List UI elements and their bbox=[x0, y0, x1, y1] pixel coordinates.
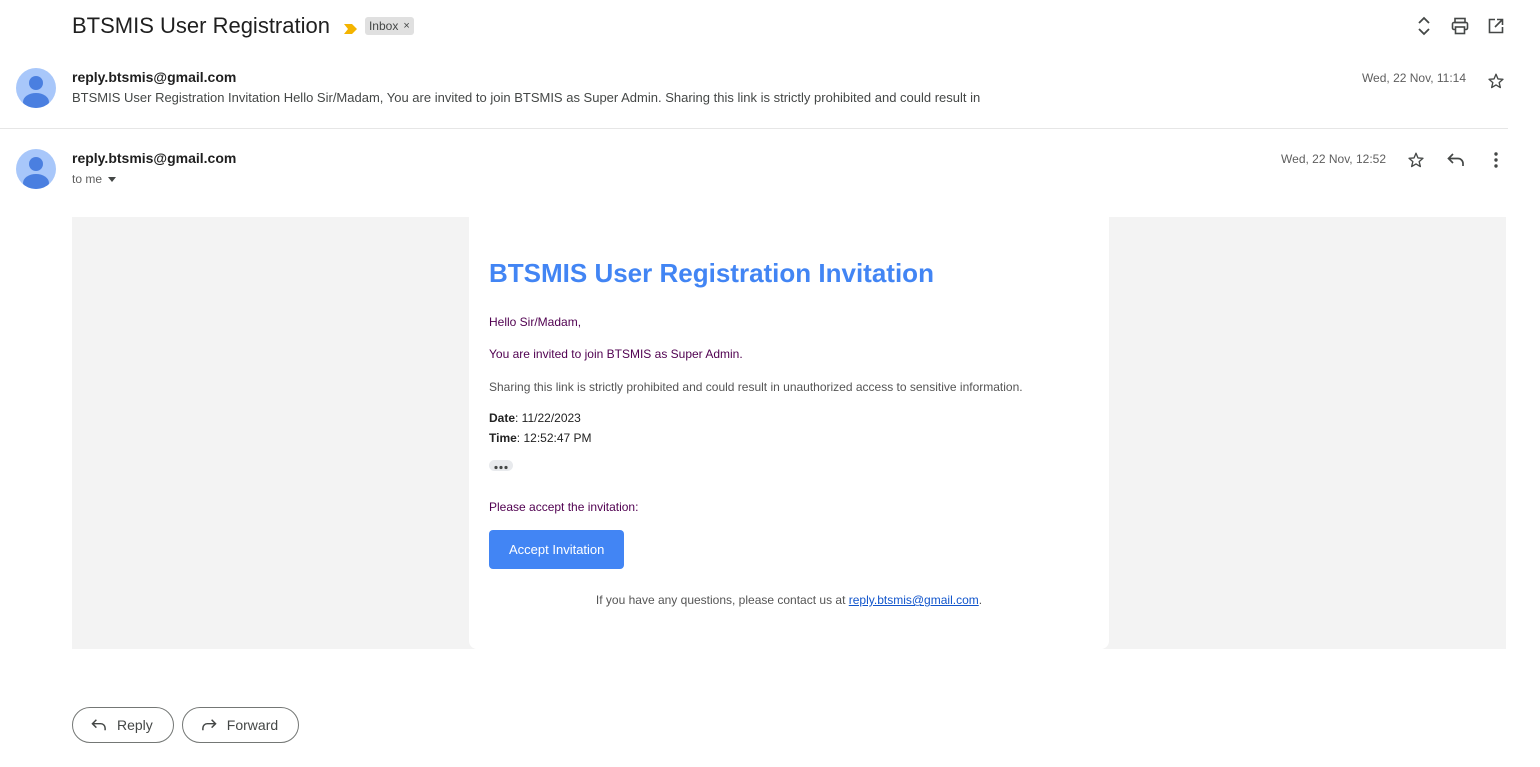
email-date-line: Date: 11/22/2023 bbox=[489, 408, 1089, 428]
thread-toolbar bbox=[1414, 14, 1506, 38]
subject-row: BTSMIS User Registration Inbox × bbox=[72, 10, 414, 42]
date-value: : 11/22/2023 bbox=[515, 411, 581, 425]
recipient-details[interactable]: to me bbox=[72, 172, 117, 186]
message-sender[interactable]: reply.btsmis@gmail.com bbox=[72, 69, 236, 85]
bottom-actions: Reply Forward bbox=[72, 707, 300, 743]
open-new-window-icon[interactable] bbox=[1486, 14, 1506, 38]
show-trimmed-content-button[interactable] bbox=[489, 460, 513, 471]
remove-label-icon[interactable]: × bbox=[403, 20, 409, 32]
message-actions bbox=[1406, 148, 1506, 172]
important-marker-icon[interactable] bbox=[343, 21, 357, 34]
inbox-label-text: Inbox bbox=[368, 19, 399, 33]
message-divider bbox=[0, 128, 1508, 129]
more-options-icon[interactable] bbox=[1486, 148, 1506, 172]
date-label: Date bbox=[489, 411, 516, 425]
reply-icon bbox=[91, 719, 106, 731]
email-card: BTSMIS User Registration Invitation Hell… bbox=[469, 217, 1109, 649]
email-greeting: Hello Sir/Madam, bbox=[489, 315, 582, 329]
contact-line: If you have any questions, please contac… bbox=[489, 593, 1089, 607]
chevron-down-icon[interactable] bbox=[108, 176, 117, 182]
contact-suffix: . bbox=[978, 593, 983, 607]
star-icon[interactable] bbox=[1406, 148, 1426, 172]
contact-prefix: If you have any questions, please contac… bbox=[595, 593, 849, 607]
star-icon[interactable] bbox=[1486, 69, 1506, 93]
print-icon[interactable] bbox=[1450, 14, 1470, 38]
message-date: Wed, 22 Nov, 11:14 bbox=[1361, 71, 1466, 85]
time-label: Time bbox=[489, 431, 517, 445]
email-title: BTSMIS User Registration Invitation bbox=[489, 258, 934, 288]
email-time-line: Time: 12:52:47 PM bbox=[489, 428, 1089, 448]
contact-email-link[interactable]: reply.btsmis@gmail.com bbox=[849, 593, 979, 607]
forward-icon bbox=[201, 719, 217, 731]
expand-all-icon[interactable] bbox=[1414, 14, 1434, 38]
accept-prompt: Please accept the invitation: bbox=[489, 500, 639, 514]
time-value: : 12:52:47 PM bbox=[516, 431, 592, 445]
email-warning: Sharing this link is strictly prohibited… bbox=[489, 380, 1023, 394]
reply-button[interactable]: Reply bbox=[72, 707, 174, 743]
sender-avatar[interactable] bbox=[16, 68, 56, 108]
message-sender[interactable]: reply.btsmis@gmail.com bbox=[72, 150, 236, 166]
forward-button[interactable]: Forward bbox=[181, 707, 300, 743]
reply-icon[interactable] bbox=[1446, 148, 1466, 172]
email-datetime: Date: 11/22/2023 Time: 12:52:47 PM bbox=[489, 408, 1089, 448]
sender-avatar[interactable] bbox=[16, 149, 56, 189]
message-date: Wed, 22 Nov, 12:52 bbox=[1281, 152, 1386, 166]
email-invite-line: You are invited to join BTSMIS as Super … bbox=[489, 347, 743, 361]
forward-button-label: Forward bbox=[226, 717, 279, 733]
message-snippet[interactable]: BTSMIS User Registration Invitation Hell… bbox=[72, 90, 980, 105]
inbox-label-chip: Inbox × bbox=[364, 17, 414, 35]
recipient-label: to me bbox=[72, 172, 103, 186]
reply-button-label: Reply bbox=[117, 717, 153, 733]
thread-subject: BTSMIS User Registration bbox=[72, 13, 330, 38]
accept-invitation-button[interactable]: Accept Invitation bbox=[489, 530, 625, 569]
